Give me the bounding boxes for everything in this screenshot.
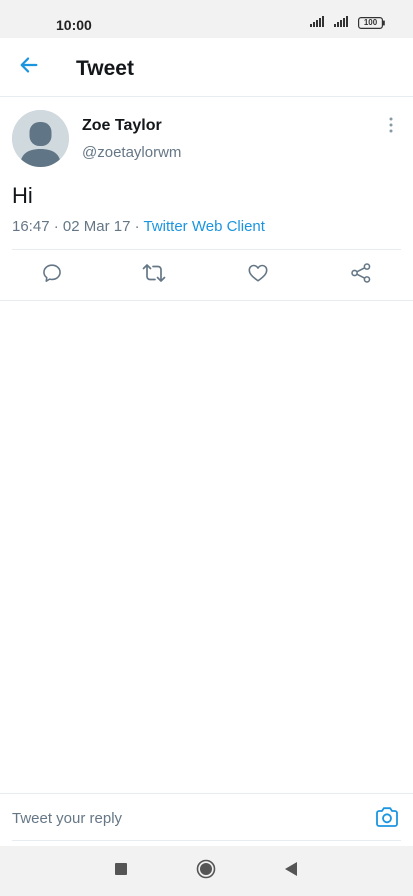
reply-button[interactable]: [39, 262, 65, 288]
retweet-icon: [142, 262, 166, 289]
tweet-meta: 16:47 · 02 Mar 17 · Twitter Web Client: [12, 218, 265, 235]
recents-square-icon: [114, 862, 128, 881]
camera-icon: [375, 806, 399, 833]
reply-bar: [0, 793, 413, 842]
reply-input[interactable]: [12, 804, 352, 832]
signal-icon-2: [334, 14, 352, 32]
comment-icon: [41, 262, 63, 289]
more-options-button[interactable]: [381, 115, 401, 139]
signal-icon: [310, 14, 328, 32]
share-icon: [350, 262, 372, 289]
tweet-time: 16:47: [12, 218, 50, 235]
more-vertical-icon: [389, 117, 393, 138]
author-handle[interactable]: @zoetaylorwm: [82, 144, 181, 161]
battery-level: 100: [363, 18, 378, 27]
like-button[interactable]: [245, 262, 271, 288]
default-avatar-icon: [12, 110, 69, 167]
share-button[interactable]: [348, 262, 374, 288]
back-button[interactable]: [14, 52, 44, 82]
tweet-text: Hi: [12, 183, 33, 208]
tweet-source-link[interactable]: Twitter Web Client: [144, 218, 265, 235]
retweet-button[interactable]: [141, 262, 167, 288]
meta-separator: ·: [130, 218, 144, 235]
status-icons: 100: [310, 15, 385, 31]
page-title: Tweet: [76, 57, 134, 80]
back-triangle-icon: [284, 861, 298, 882]
home-circle-icon: [196, 859, 216, 884]
app-bar: Tweet: [0, 38, 413, 97]
recents-button[interactable]: [109, 859, 133, 883]
author-name[interactable]: Zoe Taylor: [82, 117, 162, 135]
tweet-actions: [0, 250, 413, 301]
system-nav-bar: [0, 846, 413, 896]
home-button[interactable]: [194, 859, 218, 883]
status-time: 10:00: [56, 17, 92, 33]
avatar[interactable]: [12, 110, 69, 167]
tweet-date: 02 Mar 17: [62, 218, 131, 235]
camera-button[interactable]: [374, 806, 400, 833]
reply-underline: [12, 840, 401, 841]
heart-icon: [247, 262, 269, 289]
meta-separator: ·: [49, 218, 63, 235]
battery-icon: 100: [358, 17, 385, 29]
status-bar: 10:00 100: [0, 0, 413, 38]
arrow-left-icon: [18, 54, 40, 81]
back-nav-button[interactable]: [279, 859, 303, 883]
